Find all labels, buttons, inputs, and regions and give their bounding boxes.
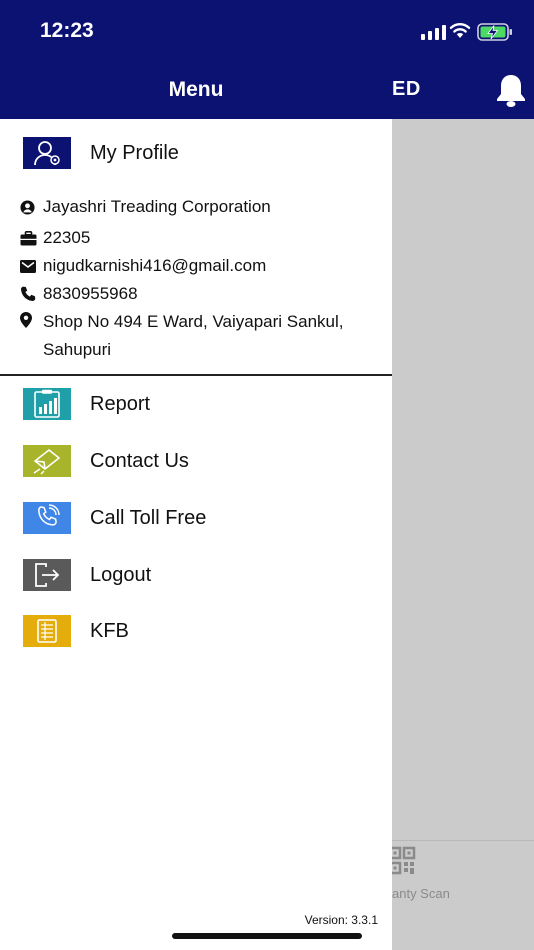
menu-item-kfb[interactable]: KFB: [23, 615, 129, 647]
code-row: 22305: [20, 224, 388, 252]
phone-row: 8830955968: [20, 280, 388, 308]
company-name: Jayashri Treading Corporation: [43, 197, 271, 216]
my-profile-label: My Profile: [90, 141, 179, 164]
app-title: ED: [392, 78, 421, 100]
contact-icon: [23, 445, 71, 477]
wifi-icon: [449, 23, 471, 38]
company-row: Jayashri Treading Corporation: [20, 193, 388, 221]
email-address: nigudkarnishi416@gmail.com: [43, 256, 267, 275]
cellular-signal-icon: [421, 24, 446, 40]
app-version: Version: 3.3.1: [304, 913, 378, 927]
qr-scan-icon[interactable]: [388, 846, 416, 876]
report-icon: [23, 388, 71, 420]
section-divider: [0, 374, 392, 376]
menu-item-report[interactable]: Report: [23, 388, 150, 420]
phone-call-icon: [23, 502, 71, 534]
notification-bell-icon[interactable]: [494, 72, 528, 108]
home-indicator[interactable]: [172, 933, 362, 939]
user-circle-icon: [20, 193, 38, 221]
address-row: Shop No 494 E Ward, Vaiyapari Sankul, Sa…: [20, 308, 393, 364]
envelope-icon: [20, 252, 38, 280]
menu-item-contact-us[interactable]: Contact Us: [23, 445, 189, 477]
profile-icon: [23, 137, 71, 169]
location-pin-icon: [20, 308, 38, 332]
kfb-icon: [23, 615, 71, 647]
bottom-nav-label[interactable]: anty Scan: [392, 886, 450, 901]
battery-charging-icon: [477, 23, 512, 41]
briefcase-icon: [20, 224, 38, 252]
drawer-title: Menu: [168, 78, 224, 101]
dimmed-app-content[interactable]: [392, 119, 534, 950]
report-label: Report: [90, 392, 151, 415]
phone-number: 8830955968: [43, 284, 138, 303]
phone-icon: [20, 280, 38, 308]
logout-label: Logout: [90, 563, 152, 586]
call-toll-free-label: Call Toll Free: [90, 506, 207, 529]
navigation-drawer: Menu My Profile Jayashri Treading Corpor…: [0, 0, 392, 950]
logout-icon: [23, 559, 71, 591]
contact-us-label: Contact Us: [90, 449, 189, 472]
email-row: nigudkarnishi416@gmail.com: [20, 252, 388, 280]
menu-item-call-toll-free[interactable]: Call Toll Free: [23, 502, 206, 534]
my-profile-item[interactable]: My Profile: [23, 137, 179, 169]
dealer-code: 22305: [43, 228, 91, 247]
menu-item-logout[interactable]: Logout: [23, 559, 151, 591]
status-time: 12:23: [40, 19, 94, 42]
shop-address: Shop No 494 E Ward, Vaiyapari Sankul, Sa…: [43, 312, 344, 359]
kfb-label: KFB: [90, 619, 129, 642]
drawer-header: Menu: [0, 0, 392, 119]
